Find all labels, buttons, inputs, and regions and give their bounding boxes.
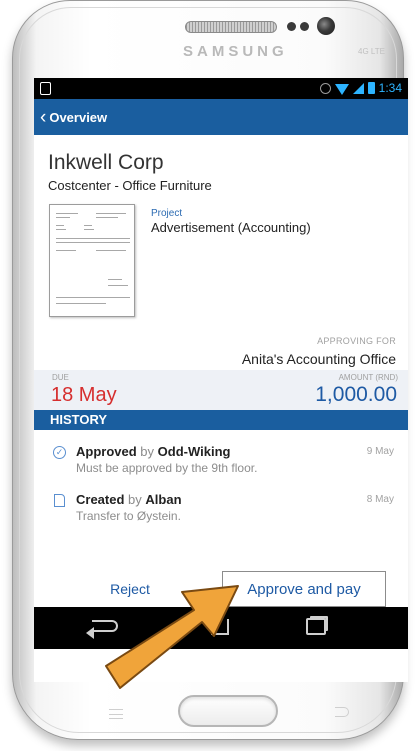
approving-for-label: APPROVING FOR xyxy=(317,336,396,346)
due-label: DUE xyxy=(52,373,69,382)
history-note: Must be approved by the 9th floor. xyxy=(76,461,258,475)
invoice-thumbnail[interactable] xyxy=(49,204,135,317)
home-button[interactable] xyxy=(178,695,278,727)
history-title: Approved by Odd-Wiking xyxy=(76,444,230,459)
project-label: Project xyxy=(151,208,183,219)
history-by: by xyxy=(140,444,155,459)
battery-icon xyxy=(367,82,375,94)
nav-recents-icon[interactable] xyxy=(306,618,326,635)
history-person: Odd-Wiking xyxy=(157,444,231,459)
light-sensor xyxy=(300,22,309,31)
sync-icon xyxy=(319,82,331,94)
back-label: Overview xyxy=(49,109,108,125)
history-item: ✓ Approved by Odd-Wiking 9 May Must be a… xyxy=(34,442,408,486)
amount-label: AMOUNT (RND) xyxy=(338,373,398,382)
earpiece-speaker xyxy=(185,21,277,33)
front-camera xyxy=(317,17,335,35)
approving-for-value: Anita's Accounting Office xyxy=(241,351,396,367)
document-icon xyxy=(54,494,65,507)
approve-and-pay-button[interactable]: Approve and pay xyxy=(222,571,386,607)
nav-home-icon[interactable] xyxy=(211,619,229,635)
back-key-icon[interactable] xyxy=(335,707,349,717)
notification-icon xyxy=(40,82,51,95)
app-bar: ‹ Overview xyxy=(34,99,408,135)
menu-key-icon[interactable] xyxy=(109,709,123,719)
project-value: Advertisement (Accounting) xyxy=(151,220,311,235)
history-note: Transfer to Øystein. xyxy=(76,509,181,523)
history-date: 8 May xyxy=(366,494,394,505)
company-name: Inkwell Corp xyxy=(48,151,164,174)
history-action: Created xyxy=(76,492,125,507)
android-nav-bar xyxy=(34,607,408,649)
history-title: Created by Alban xyxy=(76,492,182,507)
amount-value: 1,000.00 xyxy=(315,383,397,406)
reject-button[interactable]: Reject xyxy=(70,574,190,604)
screen: 1:34 ‹ Overview Inkwell Corp Costcenter … xyxy=(34,78,408,682)
status-icons: 1:34 xyxy=(319,81,402,95)
status-time: 1:34 xyxy=(378,81,402,95)
network-badge: 4G LTE xyxy=(358,47,385,56)
history-action: Approved xyxy=(76,444,137,459)
nav-back-icon[interactable] xyxy=(92,620,118,632)
history-date: 9 May xyxy=(366,446,394,457)
wifi-icon xyxy=(334,83,349,95)
history-person: Alban xyxy=(145,492,182,507)
status-bar: 1:34 xyxy=(34,78,408,99)
proximity-sensor xyxy=(287,22,296,31)
due-date: 18 May xyxy=(51,384,117,406)
check-circle-icon: ✓ xyxy=(53,446,66,459)
history-item: Created by Alban 8 May Transfer to Øyste… xyxy=(34,490,408,534)
history-header: HISTORY xyxy=(34,410,408,430)
signal-icon xyxy=(352,82,364,94)
back-button[interactable]: ‹ Overview xyxy=(40,99,107,135)
costcenter: Costcenter - Office Furniture xyxy=(48,178,212,193)
chevron-left-icon: ‹ xyxy=(40,106,47,128)
brand-logo: SAMSUNG xyxy=(183,43,288,60)
history-by: by xyxy=(128,492,142,507)
